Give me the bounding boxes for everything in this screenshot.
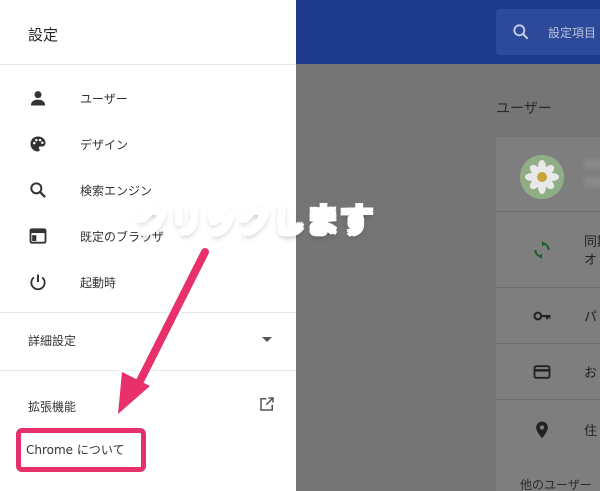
credit-card-icon [533,365,551,379]
power-icon [30,274,46,291]
sidebar-item-appearance[interactable]: デザイン [0,122,296,166]
search-icon [513,24,529,40]
advanced-settings-toggle[interactable]: 詳細設定 [0,324,296,354]
highlight-box [16,428,146,472]
open-in-new-icon [260,397,274,411]
sidebar-item-label: 起動時 [80,276,117,290]
person-icon [30,91,46,106]
blurred-user-email [584,177,600,187]
sidebar-item-label: ユーザー [80,92,128,106]
row-payments[interactable]: お [496,343,600,399]
flower-icon [520,155,564,199]
row-addresses-text: 住 [584,424,598,439]
drawer-divider [0,312,296,313]
location-pin-icon [536,421,548,439]
sidebar-item-on-startup[interactable]: 起動時 [0,260,296,304]
drawer-divider [0,64,296,65]
row-payments-text: お [584,366,598,381]
browser-icon [29,228,47,244]
row-sync-text: 同期 オ [584,235,600,268]
advanced-settings-label: 詳細設定 [28,334,77,348]
users-card: 同期 オ パ お 住 [496,137,600,491]
other-users-heading: 他のユーザー [520,478,592,491]
drawer-title: 設定 [28,26,59,44]
sidebar-item-label: デザイン [80,138,129,152]
search-box[interactable]: 設定項目 [496,9,600,55]
row-passwords[interactable]: パ [496,287,600,343]
callout-text: クリックします [135,200,374,241]
row-addresses[interactable]: 住 [496,399,600,461]
sync-icon [534,240,550,260]
avatar[interactable] [520,155,564,199]
blurred-user-name [584,159,600,169]
row-passwords-text: パ [584,310,598,325]
extensions-link[interactable]: 拡張機能 [0,390,296,420]
drawer-divider [0,370,296,371]
section-title-users: ユーザー [496,101,552,117]
caret-down-icon [262,337,272,342]
extensions-label: 拡張機能 [28,400,77,414]
search-input[interactable]: 設定項目 [548,24,596,41]
settings-drawer: 設定 ユーザー デザイン 検索エンジン 既定のブラウザ 起動時 詳細設定 拡張機… [0,0,296,491]
row-sync[interactable]: 同期 オ [496,211,600,287]
sidebar-item-users[interactable]: ユーザー [0,76,296,120]
key-icon [533,311,551,321]
search-icon [30,182,46,198]
palette-icon [30,136,46,152]
